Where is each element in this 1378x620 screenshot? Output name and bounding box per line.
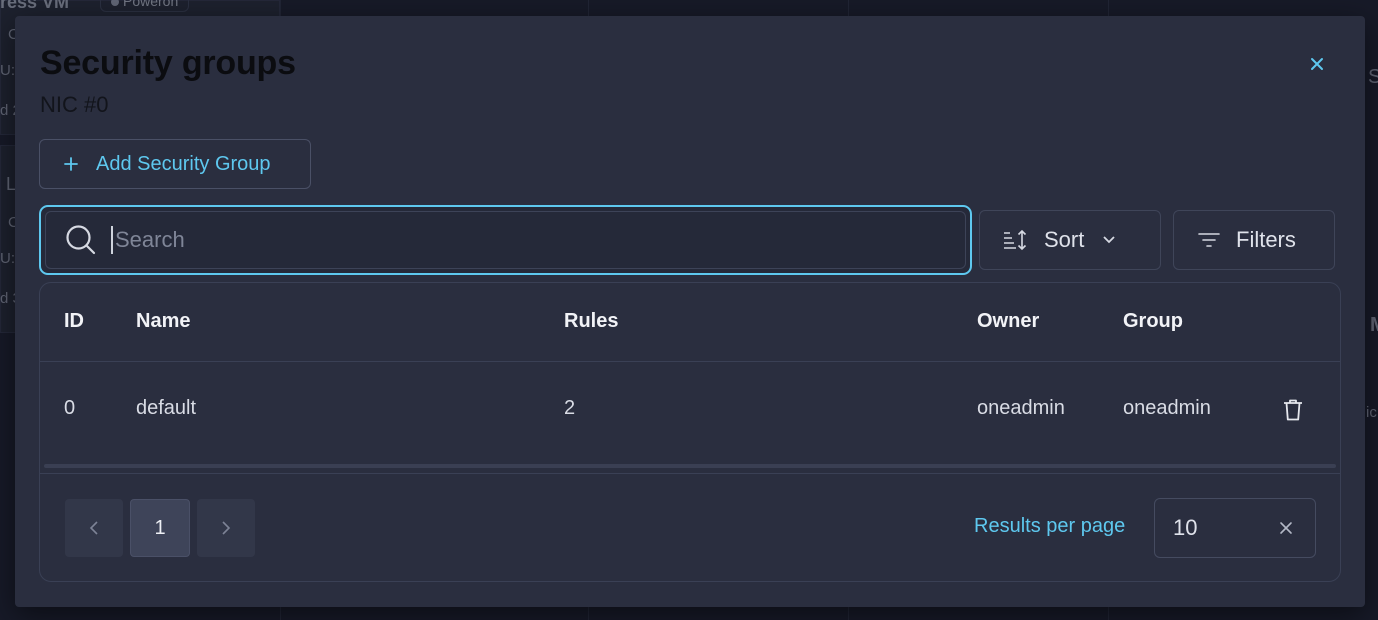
sort-label: Sort [1044, 227, 1085, 252]
add-security-group-button[interactable]: Add Security Group [39, 139, 311, 189]
column-header-rules[interactable]: Rules [564, 310, 618, 333]
divider [40, 473, 1340, 474]
next-page-button[interactable] [197, 499, 255, 557]
dialog-subtitle: NIC #0 [40, 92, 109, 117]
sort-icon [1004, 229, 1027, 251]
dialog-title: Security groups [40, 44, 296, 82]
column-header-owner[interactable]: Owner [977, 310, 1039, 333]
sort-button[interactable]: Sort [979, 210, 1161, 270]
search-icon [66, 225, 96, 255]
filter-icon [1198, 233, 1220, 247]
security-groups-table: ID Name Rules Owner Group 0 default 2 on… [39, 282, 1341, 582]
previous-page-button[interactable] [65, 499, 123, 557]
cell-name: default [136, 397, 197, 419]
add-security-group-label: Add Security Group [96, 152, 271, 175]
chevron-left-icon [89, 521, 98, 535]
column-header-name[interactable]: Name [136, 310, 190, 333]
column-header-group[interactable]: Group [1123, 310, 1183, 333]
column-header-id[interactable]: ID [64, 310, 84, 333]
search-input[interactable] [111, 226, 911, 254]
clear-icon[interactable] [1279, 521, 1293, 535]
results-per-page-select[interactable]: 10 [1154, 498, 1316, 558]
chevron-down-icon [1103, 236, 1115, 244]
filters-label: Filters [1236, 227, 1296, 252]
cell-group: oneadmin [1123, 397, 1211, 419]
cell-owner: oneadmin [977, 397, 1065, 419]
chevron-right-icon [222, 521, 231, 535]
cell-rules: 2 [564, 397, 576, 419]
filters-button[interactable]: Filters [1173, 210, 1335, 270]
results-per-page-value: 10 [1173, 515, 1198, 540]
security-groups-dialog: Security groups NIC #0 Add Security Grou… [15, 16, 1365, 607]
horizontal-scrollbar[interactable] [44, 464, 1336, 468]
close-button[interactable] [1303, 50, 1331, 78]
cell-id: 0 [64, 397, 76, 419]
search-box [39, 205, 972, 275]
table-row[interactable]: 0 default 2 oneadmin oneadmin [40, 363, 1340, 467]
table-header: ID Name Rules Owner Group [40, 283, 1340, 362]
plus-icon [64, 157, 78, 171]
results-per-page-label: Results per page [974, 515, 1126, 537]
page-button-current[interactable]: 1 [130, 499, 190, 557]
trash-icon[interactable] [1282, 398, 1304, 422]
close-icon [1311, 58, 1323, 70]
